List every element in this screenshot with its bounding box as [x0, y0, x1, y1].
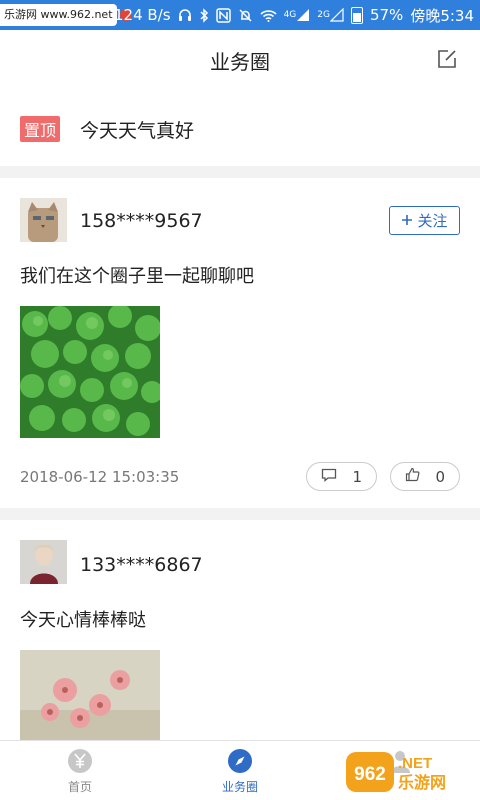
username: 133****6867: [80, 554, 203, 576]
post-date: 2018-06-12 15:03:35: [20, 468, 180, 486]
page-title: 业务圈: [210, 50, 270, 74]
tab-business-circle[interactable]: 业务圈: [180, 741, 300, 800]
headset-icon: [178, 8, 192, 22]
battery-level: 57%: [369, 6, 404, 24]
pinned-post[interactable]: 置顶 今天天气真好: [0, 90, 480, 166]
follow-label: 关注: [417, 212, 448, 230]
comment-count: 1: [352, 467, 362, 486]
thumbs-up-icon: [405, 467, 420, 486]
tab-home-label: 首页: [67, 780, 92, 794]
username: 158****9567: [80, 210, 203, 232]
header: 业务圈: [0, 30, 480, 90]
bluetooth-icon: [199, 7, 209, 23]
post-card[interactable]: 133****6867 今天心情棒棒哒: [0, 520, 480, 740]
network-speed: 124 B/s: [114, 6, 171, 24]
wifi-icon: [260, 9, 277, 22]
clock: 傍晚5:34: [410, 6, 474, 25]
signal-4g-icon: 4G: [284, 8, 311, 22]
follow-button[interactable]: 关注: [389, 206, 460, 235]
signal-2g-icon: 2G: [317, 8, 344, 22]
post-content: 我们在这个圈子里一起聊聊吧: [20, 266, 254, 287]
compass-icon: [228, 749, 252, 773]
watermark-logo: 962 .NET 乐游网: [346, 752, 446, 792]
avatar[interactable]: [20, 540, 67, 584]
logo-suffix: .NET: [398, 755, 432, 772]
post-card[interactable]: 158****9567 关注 我们在这个圈子里一起聊聊吧 2018-06-12 …: [0, 178, 480, 508]
logo-text: 乐游网: [398, 773, 446, 792]
tab-home[interactable]: 首页: [20, 741, 140, 800]
mute-icon: [238, 8, 253, 23]
logo-number: 962: [354, 764, 386, 785]
pinned-badge: 置顶: [20, 116, 61, 142]
watermark-label: 乐游网 www.962.net: [0, 4, 117, 26]
yuan-icon: [68, 749, 92, 773]
edit-icon[interactable]: [436, 48, 458, 70]
signal-4g-label: 4G: [283, 9, 297, 20]
plus-icon: [401, 212, 413, 230]
comment-button[interactable]: 1: [306, 462, 377, 491]
signal-2g-label: 2G: [317, 9, 330, 20]
post-image-clover[interactable]: [20, 306, 160, 438]
avatar[interactable]: [20, 198, 67, 242]
tab-business-circle-label: 业务圈: [221, 780, 258, 794]
comment-icon: [321, 468, 337, 486]
like-count: 0: [435, 467, 445, 486]
battery-icon: [350, 6, 363, 24]
pinned-text: 今天天气真好: [80, 120, 195, 142]
like-button[interactable]: 0: [390, 462, 460, 491]
status-icons: 124 B/s 4G 2G 57% 傍晚5:34: [114, 0, 474, 30]
post-image-flowers[interactable]: [20, 650, 160, 740]
nfc-icon: [215, 7, 231, 23]
post-content: 今天心情棒棒哒: [20, 610, 146, 631]
status-bar: 乐游网 www.962.net 124 B/s 4G 2G 57% 傍晚5:34: [0, 0, 480, 30]
